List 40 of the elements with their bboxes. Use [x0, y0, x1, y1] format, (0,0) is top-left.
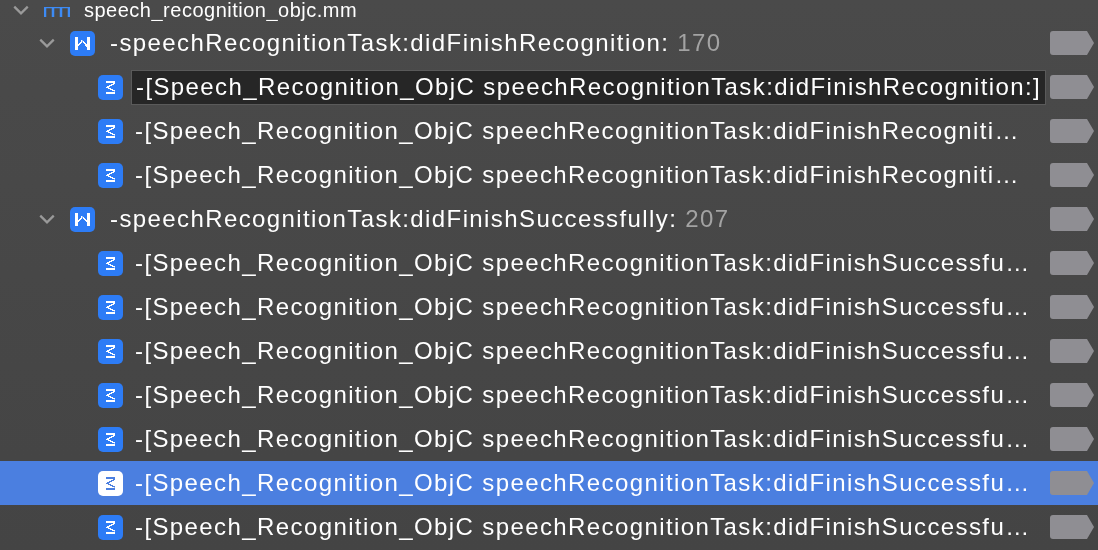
breakpoint-icon[interactable]: [1050, 427, 1094, 451]
call-name[interactable]: -[Speech_Recognition_ObjC speechRecognitionTask:didFinishSuccessfu…: [135, 381, 1031, 409]
call-name[interactable]: -[Speech_Recognition_ObjC speechRecognitionTask:didFinishSuccessfu…: [135, 513, 1031, 541]
sigma-icon: [98, 426, 123, 452]
breakpoint-icon[interactable]: [1050, 119, 1094, 143]
breakpoint-icon[interactable]: [1050, 339, 1094, 363]
sigma-icon: [98, 74, 123, 100]
tooltip: -[Speech_Recognition_ObjC speechRecognitionTask:didFinishRecognition:]: [131, 69, 1047, 105]
breakpoint-icon[interactable]: [1050, 295, 1094, 319]
file-icon: [44, 7, 70, 17]
call-name[interactable]: -[Speech_Recognition_ObjC speechRecognitionTask:didFinishSuccessfu…: [135, 469, 1031, 497]
sigma-icon: [98, 162, 123, 188]
sigma-icon: [98, 382, 123, 408]
breakpoint-icon[interactable]: [1050, 207, 1094, 231]
method-name[interactable]: -speechRecognitionTask:didFinishRecognition:: [110, 29, 670, 57]
sigma-icon: [98, 250, 123, 276]
method-icon: [70, 206, 95, 232]
sigma-icon: [98, 118, 123, 144]
breakpoint-icon[interactable]: [1050, 75, 1094, 99]
sigma-icon: [98, 470, 123, 496]
sigma-icon: [98, 514, 123, 540]
call-count: 207: [685, 205, 730, 233]
file-name: speech_recognition_objc.mm: [84, 0, 358, 21]
call-count: 170: [677, 29, 722, 57]
sigma-icon: [98, 338, 123, 364]
breakpoint-icon[interactable]: [1050, 383, 1094, 407]
call-name[interactable]: -[Speech_Recognition_ObjC speechRecognitionTask:didFinishSuccessfu…: [135, 293, 1031, 321]
call-name[interactable]: -[Speech_Recognition_ObjC speechRecognitionTask:didFinishRecogniti…: [135, 161, 1020, 189]
call-name[interactable]: -[Speech_Recognition_ObjC speechRecognitionTask:didFinishRecogniti…: [135, 117, 1020, 145]
breakpoint-icon[interactable]: [1050, 31, 1094, 55]
breakpoint-icon[interactable]: [1050, 251, 1094, 275]
breakpoint-icon[interactable]: [1050, 515, 1094, 539]
selected-row[interactable]: -[Speech_Recognition_ObjC speechRecognitionTask:didFinishSuccessfu…: [0, 461, 1098, 505]
sigma-icon: [98, 294, 123, 320]
method-icon: [70, 30, 95, 56]
call-name[interactable]: -[Speech_Recognition_ObjC speechRecognitionTask:didFinishSuccessfu…: [135, 337, 1031, 365]
breakpoint-icon[interactable]: [1050, 163, 1094, 187]
call-name[interactable]: -[Speech_Recognition_ObjC speechRecognitionTask:didFinishSuccessfu…: [135, 425, 1031, 453]
method-name[interactable]: -speechRecognitionTask:didFinishSuccessfully:: [110, 205, 678, 233]
call-name[interactable]: -[Speech_Recognition_ObjC speechRecognitionTask:didFinishSuccessfu…: [135, 249, 1031, 277]
